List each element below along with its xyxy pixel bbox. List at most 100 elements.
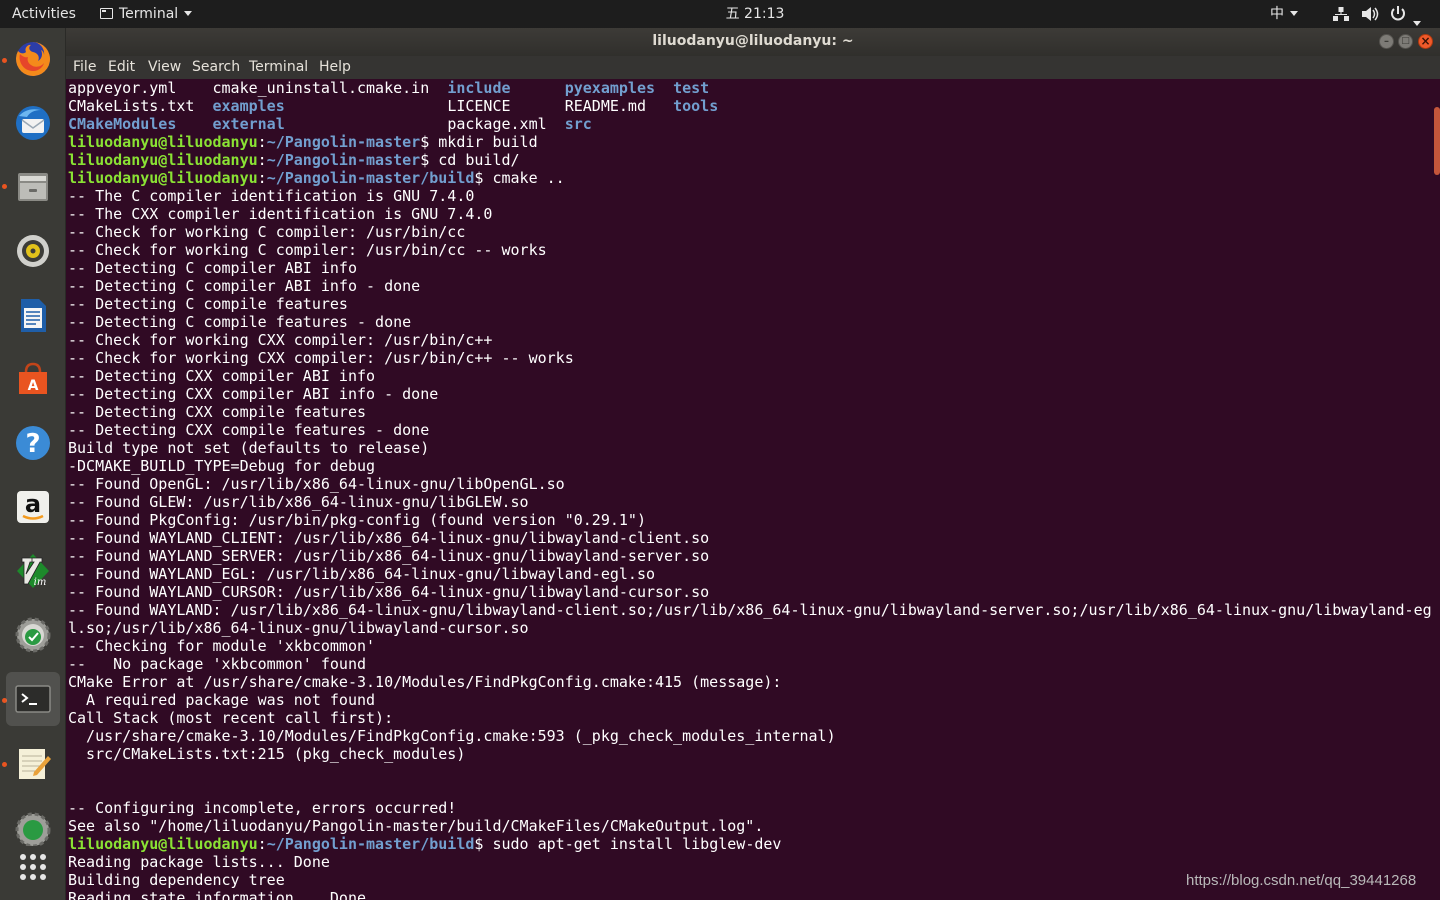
volume-icon[interactable] xyxy=(1360,0,1380,28)
menu-view[interactable]: View xyxy=(148,56,181,79)
output-line: -- Found WAYLAND_SERVER: /usr/lib/x86_64… xyxy=(68,547,1430,565)
libreoffice-writer-launcher[interactable] xyxy=(6,288,60,342)
output-text: -- Check for working CXX compiler: /usr/… xyxy=(68,331,493,349)
scrollbar-thumb[interactable] xyxy=(1434,107,1440,175)
output-text: -- Configuring incomplete, errors occurr… xyxy=(68,799,457,817)
output-line: -- Detecting C compile features - done xyxy=(68,313,1430,331)
output-line: -DCMAKE_BUILD_TYPE=Debug for debug xyxy=(68,457,1430,475)
help-launcher[interactable]: ? xyxy=(6,416,60,470)
output-line: Reading package lists... Done xyxy=(68,853,1430,871)
file-entry xyxy=(655,79,673,97)
output-text: -- Detecting C compile features - done xyxy=(68,313,412,331)
maximize-button[interactable] xyxy=(1398,34,1413,49)
menu-help[interactable]: Help xyxy=(319,56,351,79)
software-updater-launcher[interactable] xyxy=(6,608,60,662)
output-line: -- Found WAYLAND_CURSOR: /usr/lib/x86_64… xyxy=(68,583,1430,601)
prompt-path: ~/Pangolin-master/build xyxy=(266,835,475,853)
output-text: -- Check for working C compiler: /usr/bi… xyxy=(68,223,466,241)
vim-launcher[interactable]: im xyxy=(6,544,60,598)
thunderbird-launcher[interactable] xyxy=(6,96,60,150)
output-text: /usr/share/cmake-3.10/Modules/FindPkgCon… xyxy=(68,727,836,745)
output-text: -- No package 'xkbcommon' found xyxy=(68,655,367,673)
output-line: -- Check for working C compiler: /usr/bi… xyxy=(68,223,1430,241)
output-line: -- Found PkgConfig: /usr/bin/pkg-config … xyxy=(68,511,1430,529)
firefox-icon xyxy=(16,42,50,76)
shopping-bag-icon: A xyxy=(19,362,47,394)
file-entry: appveyor.yml xyxy=(68,79,213,97)
top-panel: Activities Terminal 五 21:13 中 xyxy=(0,0,1440,28)
output-text: A required package was not found xyxy=(68,691,376,709)
prompt-separator: : xyxy=(257,151,267,169)
window-title: liluodanyu@liluodanyu: ~ xyxy=(652,33,854,49)
output-line: Reading state information... Done xyxy=(68,889,1430,900)
ls-output-line: CMakeLists.txt examples LICENCE README.m… xyxy=(68,97,1430,115)
chevron-down-icon xyxy=(1290,11,1298,16)
minimize-button[interactable] xyxy=(1379,34,1394,49)
output-line: -- Detecting CXX compiler ABI info xyxy=(68,367,1430,385)
input-method-menu[interactable]: 中 xyxy=(1270,0,1298,28)
output-line: -- Check for working CXX compiler: /usr/… xyxy=(68,349,1430,367)
firefox-launcher[interactable] xyxy=(6,32,60,86)
output-text: Reading package lists... Done xyxy=(68,853,330,871)
terminal-launcher[interactable] xyxy=(6,672,60,726)
prompt-line: liluodanyu@liluodanyu:~/Pangolin-master$… xyxy=(68,133,1430,151)
menu-edit[interactable]: Edit xyxy=(108,56,135,79)
network-icon[interactable] xyxy=(1332,0,1350,28)
menu-terminal[interactable]: Terminal xyxy=(249,56,308,79)
output-line: -- Detecting C compiler ABI info xyxy=(68,259,1430,277)
terminal-icon xyxy=(15,685,51,713)
window-titlebar[interactable]: liluodanyu@liluodanyu: ~ xyxy=(66,28,1440,56)
launcher-dock: A ? a im xyxy=(0,28,66,900)
output-text: Reading state information... Done xyxy=(68,889,367,900)
menu-file[interactable]: File xyxy=(73,56,96,79)
command-text: cd build/ xyxy=(438,151,520,169)
output-text: Call Stack (most recent call first): xyxy=(68,709,394,727)
show-applications-button[interactable] xyxy=(6,840,60,894)
output-line: -- Found GLEW: /usr/lib/x86_64-linux-gnu… xyxy=(68,493,1430,511)
app-grid-icon xyxy=(20,854,46,880)
thunderbird-icon xyxy=(16,106,50,140)
output-text: -- Found WAYLAND_SERVER: /usr/lib/x86_64… xyxy=(68,547,710,565)
prompt-symbol: $ xyxy=(420,133,439,151)
directory-entry: examples xyxy=(212,97,285,115)
help-icon: ? xyxy=(16,426,50,460)
files-launcher[interactable] xyxy=(6,160,60,214)
amazon-launcher[interactable]: a xyxy=(6,480,60,534)
directory-entry: include xyxy=(447,79,511,97)
software-center-launcher[interactable]: A xyxy=(6,352,60,406)
prompt-separator: : xyxy=(257,133,267,151)
rhythmbox-launcher[interactable] xyxy=(6,224,60,278)
input-method-label: 中 xyxy=(1270,6,1284,22)
output-line: Build type not set (defaults to release) xyxy=(68,439,1430,457)
output-text: -- Check for working C compiler: /usr/bi… xyxy=(68,241,547,259)
output-text: -- Check for working CXX compiler: /usr/… xyxy=(68,349,574,367)
prompt-path: ~/Pangolin-master xyxy=(266,151,421,169)
directory-entry: CMakeModules xyxy=(68,115,177,133)
menu-search[interactable]: Search xyxy=(192,56,240,79)
command-text: sudo apt-get install libglew-dev xyxy=(492,835,782,853)
text-editor-launcher[interactable] xyxy=(6,736,60,790)
clock[interactable]: 五 21:13 xyxy=(0,0,1440,28)
output-line: -- Found WAYLAND_EGL: /usr/lib/x86_64-li… xyxy=(68,565,1430,583)
file-entry xyxy=(176,115,212,133)
svg-text:A: A xyxy=(28,378,39,394)
prompt-line: liluodanyu@liluodanyu:~/Pangolin-master/… xyxy=(68,169,1430,187)
output-text: Build type not set (defaults to release) xyxy=(68,439,430,457)
output-text: -- Found WAYLAND_CLIENT: /usr/lib/x86_64… xyxy=(68,529,710,547)
output-text: -- Found WAYLAND: /usr/lib/x86_64-linux-… xyxy=(68,601,1432,619)
output-text: -- Detecting CXX compiler ABI info - don… xyxy=(68,385,439,403)
output-text: -- Checking for module 'xkbcommon' xyxy=(68,637,376,655)
close-button[interactable] xyxy=(1418,34,1433,49)
prompt-symbol: $ xyxy=(420,151,439,169)
command-text: cmake .. xyxy=(492,169,565,187)
terminal-view[interactable]: appveyor.yml cmake_uninstall.cmake.in in… xyxy=(66,79,1440,900)
output-line: -- Checking for module 'xkbcommon' xyxy=(68,637,1430,655)
power-menu[interactable] xyxy=(1389,0,1421,28)
output-text: -- Detecting CXX compiler ABI info xyxy=(68,367,376,385)
output-text: -DCMAKE_BUILD_TYPE=Debug for debug xyxy=(68,457,376,475)
prompt-user: liluodanyu@liluodanyu xyxy=(68,835,258,853)
file-entry: README.md xyxy=(564,97,674,115)
output-text: CMake Error at /usr/share/cmake-3.10/Mod… xyxy=(68,673,782,691)
chevron-down-icon xyxy=(1413,21,1421,26)
